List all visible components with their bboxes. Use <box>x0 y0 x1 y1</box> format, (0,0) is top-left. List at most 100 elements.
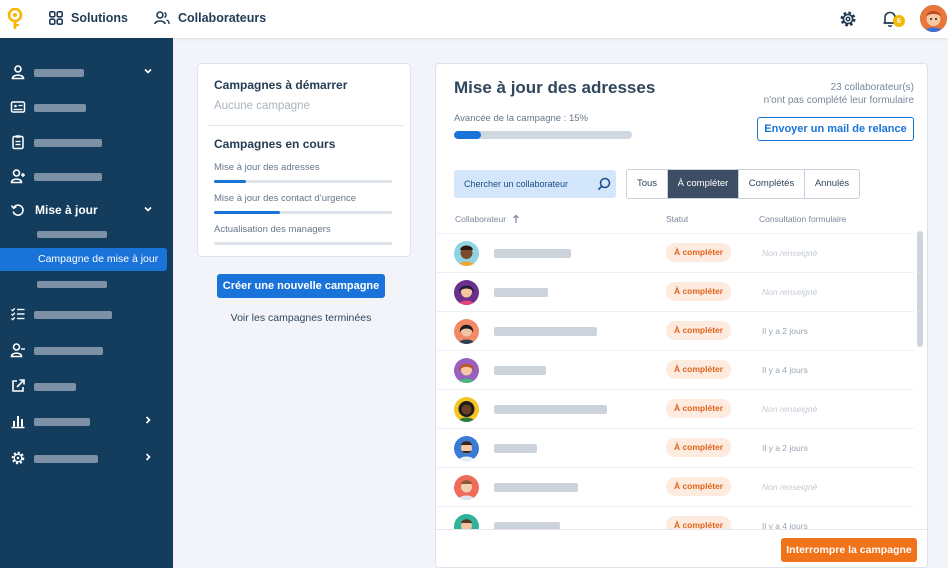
incomplete-count-line2: n'ont pas complété leur formulaire <box>763 95 914 106</box>
consultation-date: Non renseigné <box>762 248 818 258</box>
filter-completes[interactable]: Complétés <box>739 170 805 198</box>
campaigns-card: Campagnes à démarrer Aucune campagne Cam… <box>197 63 411 257</box>
campaign-progress-bar <box>214 180 392 183</box>
campaign-detail-card: Mise à jour des adresses 23 collaborateu… <box>435 63 928 568</box>
collaborator-name-placeholder <box>494 483 578 492</box>
chevron-right-icon <box>145 453 151 461</box>
search-icon[interactable] <box>597 177 611 191</box>
divider <box>208 125 404 126</box>
sidebar-item-id-card[interactable] <box>0 93 173 121</box>
campaign-progress-fill <box>214 180 247 183</box>
sidebar-item-remove-user[interactable] <box>0 336 173 364</box>
sidebar-item-settings[interactable] <box>0 444 173 472</box>
filter-annules[interactable]: Annulés <box>805 170 859 198</box>
campaign-progress-bar <box>214 242 392 245</box>
sidebar-item-mise-a-jour[interactable]: Mise à jour <box>0 196 173 224</box>
avatar <box>454 436 479 461</box>
table-row[interactable]: À compléter Il y a 2 jours <box>436 311 914 350</box>
campaigns-to-start-title: Campagnes à démarrer <box>214 78 348 92</box>
consultation-date: Il y a 4 jours <box>762 521 808 529</box>
sidebar-item-label-placeholder <box>34 311 112 319</box>
sidebar-subitem-campagne-label: Campagne de mise à jour <box>38 253 159 265</box>
collaborator-name-placeholder <box>494 366 546 375</box>
create-campaign-button[interactable]: Créer une nouvelle campagne <box>217 274 385 298</box>
incomplete-count-line1: 23 collaborateur(s) <box>830 82 914 93</box>
refresh-icon <box>10 204 24 216</box>
consultation-date: Il y a 2 jours <box>762 326 808 336</box>
notification-badge: 6 <box>893 15 905 27</box>
filter-a-completer[interactable]: À compléter <box>668 170 739 198</box>
table-row[interactable]: À compléter Il y a 2 jours <box>436 428 914 467</box>
collaborator-name-placeholder <box>494 522 560 529</box>
sidebar-item-external[interactable] <box>0 372 173 400</box>
no-campaign-text: Aucune campagne <box>214 100 310 112</box>
search-input[interactable]: Chercher un collaborateur <box>454 170 616 198</box>
sidebar-item-label-placeholder <box>34 173 102 181</box>
table-row[interactable]: À compléter Non renseigné <box>436 272 914 311</box>
campaign-progress-fill <box>454 131 481 139</box>
status-filter-group: Tous À compléter Complétés Annulés <box>626 169 860 199</box>
consultation-date: Non renseigné <box>762 404 818 414</box>
consultation-date: Non renseigné <box>762 287 818 297</box>
avatar <box>454 514 479 529</box>
sidebar-item-checklist[interactable] <box>0 300 173 328</box>
avatar <box>454 397 479 422</box>
user-minus-icon <box>10 343 25 358</box>
sidebar-subitem-campagne[interactable]: Campagne de mise à jour <box>0 248 167 271</box>
chevron-down-icon <box>144 206 152 212</box>
campaign-name: Actualisation des managers <box>214 224 331 235</box>
status-badge: À compléter <box>666 243 731 262</box>
stop-campaign-button[interactable]: Interrompre la campagne <box>781 538 917 562</box>
send-reminder-button[interactable]: Envoyer un mail de relance <box>757 117 914 141</box>
column-header-status: Statut <box>666 214 689 224</box>
column-header-collaborator[interactable]: Collaborateur <box>455 214 506 224</box>
logo-icon[interactable] <box>7 8 23 30</box>
collaborator-name-placeholder <box>494 405 607 414</box>
user-plus-icon <box>10 169 25 184</box>
checklist-icon <box>11 307 25 321</box>
sort-up-icon[interactable] <box>512 214 520 224</box>
chevron-down-icon <box>144 68 152 74</box>
nav-collaborateurs[interactable]: Collaborateurs <box>154 11 266 25</box>
status-badge: À compléter <box>666 360 731 379</box>
status-badge: À compléter <box>666 321 731 340</box>
table-row[interactable]: À compléter Non renseigné <box>436 233 914 272</box>
table-scrollbar[interactable] <box>917 231 923 347</box>
table-row[interactable]: À compléter Non renseigné <box>436 467 914 506</box>
sidebar-subitem-placeholder[interactable] <box>37 231 107 238</box>
users-icon <box>154 11 170 25</box>
card-footer: Interrompre la campagne <box>436 529 927 567</box>
table-row[interactable]: À compléter Il y a 4 jours <box>436 350 914 389</box>
bar-chart-icon <box>11 416 25 429</box>
search-placeholder: Chercher un collaborateur <box>464 179 569 189</box>
finished-campaigns-link[interactable]: Voir les campagnes terminées <box>217 312 385 324</box>
nav-solutions[interactable]: Solutions <box>49 11 128 25</box>
avatar <box>454 358 479 383</box>
sidebar-item-label-placeholder <box>34 69 84 77</box>
id-card-icon <box>10 101 26 113</box>
page-title: Mise à jour des adresses <box>454 78 656 97</box>
sidebar-item-profile[interactable] <box>0 58 173 86</box>
grid-icon <box>49 11 63 25</box>
campaign-name: Mise à jour des adresses <box>214 162 320 173</box>
campaign-progress-fill <box>214 211 280 214</box>
table-row[interactable]: À compléter Non renseigné <box>436 389 914 428</box>
filter-tous[interactable]: Tous <box>627 170 668 198</box>
status-badge: À compléter <box>666 477 731 496</box>
user-icon <box>11 65 25 80</box>
campaigns-ongoing-title: Campagnes en cours <box>214 137 336 151</box>
user-avatar[interactable] <box>920 5 947 32</box>
top-bar: Solutions Collaborateurs 6 <box>0 0 948 38</box>
table-row[interactable]: À compléter Il y a 4 jours <box>436 506 914 529</box>
avatar <box>454 241 479 266</box>
sidebar-item-stats[interactable] <box>0 407 173 435</box>
sidebar-item-mise-a-jour-label: Mise à jour <box>35 203 98 217</box>
sidebar-item-add-user[interactable] <box>0 162 173 190</box>
sidebar-subitem-placeholder[interactable] <box>37 281 107 288</box>
sidebar-item-clipboard[interactable] <box>0 128 173 156</box>
collaborator-name-placeholder <box>494 288 548 297</box>
gear-icon[interactable] <box>838 9 858 29</box>
nav-solutions-label: Solutions <box>71 11 128 25</box>
collaborator-name-placeholder <box>494 249 571 258</box>
consultation-date: Il y a 4 jours <box>762 365 808 375</box>
